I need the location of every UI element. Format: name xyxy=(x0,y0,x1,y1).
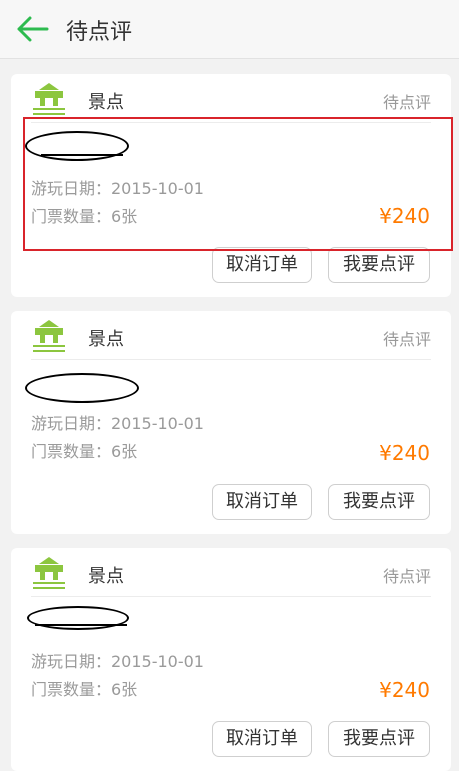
cancel-order-button[interactable]: 取消订单 xyxy=(212,484,312,520)
order-status: 待点评 xyxy=(382,93,431,112)
back-arrow-icon[interactable] xyxy=(17,15,49,43)
order-card[interactable]: 景点 待点评 游玩日期：2015-10-01 门票数量：6张 ¥240 取消订单… xyxy=(11,74,451,297)
order-price: ¥240 xyxy=(379,441,430,465)
write-review-button[interactable]: 我要点评 xyxy=(328,247,430,283)
card-header: 景点 待点评 xyxy=(11,548,451,596)
order-card[interactable]: 景点 待点评 游玩日期：2015-10-01 门票数量：6张 ¥240 取消订单… xyxy=(11,548,451,771)
play-date: 游玩日期：2015-10-01 xyxy=(31,414,204,433)
app-header: 待点评 xyxy=(0,0,459,59)
ticket-quantity: 门票数量：6张 xyxy=(31,680,138,699)
write-review-button[interactable]: 我要点评 xyxy=(328,721,430,757)
write-review-button[interactable]: 我要点评 xyxy=(328,484,430,520)
ticket-quantity: 门票数量：6张 xyxy=(31,442,138,461)
order-status: 待点评 xyxy=(382,330,431,349)
divider xyxy=(31,359,431,360)
category-label: 景点 xyxy=(88,329,124,350)
redaction-underline xyxy=(41,154,123,156)
scenic-spot-icon xyxy=(33,320,65,352)
play-date: 游玩日期：2015-10-01 xyxy=(31,652,204,671)
order-status: 待点评 xyxy=(382,567,431,586)
redacted-name xyxy=(25,373,139,403)
redaction-underline xyxy=(35,624,127,626)
order-card[interactable]: 景点 待点评 游玩日期：2015-10-01 门票数量：6张 ¥240 取消订单… xyxy=(11,311,451,534)
category-label: 景点 xyxy=(88,92,124,113)
page-title: 待点评 xyxy=(66,20,133,45)
category-label: 景点 xyxy=(88,566,124,587)
cancel-order-button[interactable]: 取消订单 xyxy=(212,247,312,283)
scenic-spot-icon xyxy=(33,83,65,115)
scenic-spot-icon xyxy=(33,557,65,589)
ticket-quantity: 门票数量：6张 xyxy=(31,207,138,226)
divider xyxy=(31,122,431,123)
card-header: 景点 待点评 xyxy=(11,311,451,359)
cancel-order-button[interactable]: 取消订单 xyxy=(212,721,312,757)
order-price: ¥240 xyxy=(379,204,430,228)
play-date: 游玩日期：2015-10-01 xyxy=(31,179,204,198)
order-price: ¥240 xyxy=(379,678,430,702)
divider xyxy=(31,596,431,597)
redacted-name xyxy=(25,131,129,161)
redacted-name xyxy=(27,606,129,630)
card-header: 景点 待点评 xyxy=(11,74,451,122)
